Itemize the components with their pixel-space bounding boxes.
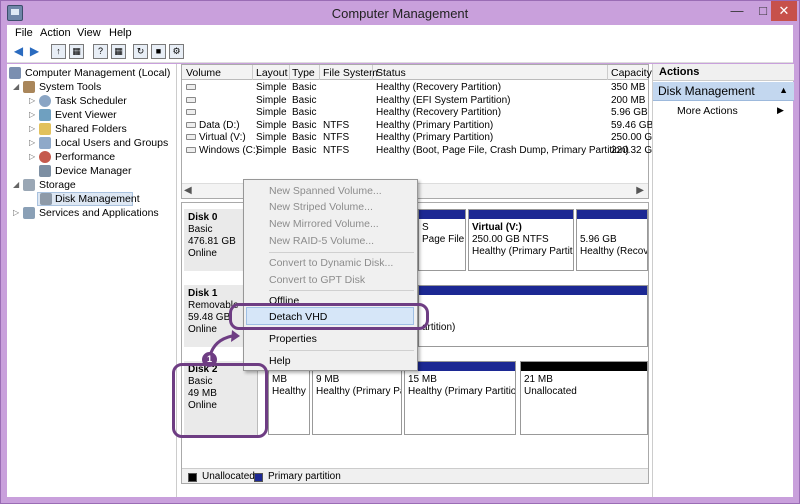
disk-management-icon xyxy=(40,193,52,205)
volume-icon xyxy=(186,134,196,141)
expand-icon[interactable]: ▷ xyxy=(29,138,38,148)
folder-icon xyxy=(39,123,51,135)
volume-list-header: Volume Layout Type File System Status Ca… xyxy=(182,65,652,80)
action-pane-icon[interactable]: ▦ xyxy=(111,44,126,59)
disk-0-partition-recovery[interactable]: 5.96 GB Healthy (Recove xyxy=(576,209,648,271)
menu-convert-gpt[interactable]: Convert to GPT Disk xyxy=(269,274,365,286)
forward-icon[interactable]: ▶ xyxy=(27,44,42,59)
context-menu: New Spanned Volume... New Striped Volume… xyxy=(243,179,418,371)
show-hide-tree-icon[interactable]: ▦ xyxy=(69,44,84,59)
title-bar[interactable]: Computer Management — □ ✕ xyxy=(1,1,799,25)
volume-icon xyxy=(186,147,196,154)
actions-pane: Actions Disk Management ▲ More Actions ▶ xyxy=(652,64,794,497)
column-file-system[interactable]: File System xyxy=(323,67,378,79)
unallocated-swatch xyxy=(188,473,197,482)
disk-1-partition-data[interactable]: artition) xyxy=(418,285,648,347)
menu-new-striped-volume[interactable]: New Striped Volume... xyxy=(269,201,373,213)
column-volume[interactable]: Volume xyxy=(186,67,221,79)
menu-help[interactable]: Help xyxy=(269,355,291,367)
disk-0-partition-virtual[interactable]: Virtual (V:) 250.00 GB NTFS Healthy (Prima… xyxy=(468,209,574,271)
table-row[interactable]: Simple Basic Healthy (Recovery Partition… xyxy=(182,107,648,119)
actions-section-disk-management[interactable]: Disk Management ▲ xyxy=(653,82,794,101)
computer-icon xyxy=(9,67,21,79)
disk-2-unallocated[interactable]: 21 MB Unallocated xyxy=(520,361,648,435)
minimize-button[interactable]: — xyxy=(723,1,751,21)
back-icon[interactable]: ◀ xyxy=(11,44,26,59)
up-folder-icon[interactable]: ↑ xyxy=(51,44,66,59)
table-row[interactable]: Virtual (V:) Simple Basic NTFS Healthy (… xyxy=(182,132,659,144)
services-icon xyxy=(23,207,35,219)
disk-2-partition-3[interactable]: 15 MB Healthy (Primary Partition xyxy=(404,361,516,435)
table-row[interactable]: Windows (C:) Simple Basic NTFS Healthy (… xyxy=(182,145,659,157)
help-icon[interactable]: ? xyxy=(93,44,108,59)
table-row[interactable]: Simple Basic Healthy (Recovery Partition… xyxy=(182,82,648,94)
primary-partition-swatch xyxy=(254,473,263,482)
volume-icon xyxy=(186,84,196,91)
menu-new-mirrored-volume[interactable]: New Mirrored Volume... xyxy=(269,218,379,230)
partition-legend: Unallocated Primary partition xyxy=(182,468,648,483)
menu-convert-dynamic[interactable]: Convert to Dynamic Disk... xyxy=(269,257,393,269)
menu-file[interactable]: File xyxy=(15,27,33,39)
table-row[interactable]: Simple Basic Healthy (EFI System Partiti… xyxy=(182,95,648,107)
window-title: Computer Management xyxy=(331,6,469,21)
tools-icon xyxy=(23,81,35,93)
expand-icon[interactable]: ▷ xyxy=(29,124,38,134)
menu-properties[interactable]: Properties xyxy=(269,333,317,345)
scroll-right-icon[interactable]: ▶ xyxy=(636,185,644,196)
volume-icon xyxy=(186,97,196,104)
disk-2-callout xyxy=(172,363,268,438)
actions-header: Actions xyxy=(653,64,794,81)
expand-icon[interactable]: ▷ xyxy=(29,110,38,120)
menu-action[interactable]: Action xyxy=(40,27,71,39)
close-button[interactable]: ✕ xyxy=(771,1,797,21)
submenu-arrow-icon: ▶ xyxy=(777,105,784,115)
disk-0-partition-windows[interactable]: S Page File xyxy=(418,209,466,271)
tree-item-disk-management[interactable]: Disk Management xyxy=(37,192,140,206)
collapse-icon[interactable]: ◢ xyxy=(13,180,22,190)
event-viewer-icon xyxy=(39,109,51,121)
users-icon xyxy=(39,137,51,149)
collapse-section-icon[interactable]: ▲ xyxy=(779,85,788,95)
expand-icon[interactable]: ▷ xyxy=(29,96,38,106)
refresh-icon[interactable]: ↻ xyxy=(133,44,148,59)
menu-new-raid5-volume[interactable]: New RAID-5 Volume... xyxy=(269,235,374,247)
column-type[interactable]: Type xyxy=(292,67,315,79)
scroll-left-icon[interactable]: ◀ xyxy=(184,185,192,196)
menu-bar: File Action View Help xyxy=(7,25,793,41)
properties-icon[interactable]: ■ xyxy=(151,44,166,59)
expand-icon[interactable]: ▷ xyxy=(29,152,38,162)
column-status[interactable]: Status xyxy=(376,67,406,79)
storage-icon xyxy=(23,179,35,191)
more-actions-link[interactable]: More Actions xyxy=(677,105,738,117)
volume-icon xyxy=(186,122,196,129)
disk-2-partition-2[interactable]: 9 MB Healthy (Primary Pa xyxy=(312,361,402,435)
menu-new-spanned-volume[interactable]: New Spanned Volume... xyxy=(269,185,382,197)
expand-icon[interactable]: ▷ xyxy=(13,208,22,218)
clock-icon xyxy=(39,95,51,107)
navigation-tree: Computer Management (Local) ◢ System Too… xyxy=(7,64,177,497)
toolbar: ◀ ▶ ↑ ▦ ? ▦ ↻ ■ ⚙ xyxy=(7,41,793,63)
table-row[interactable]: Data (D:) Simple Basic NTFS Healthy (Pri… xyxy=(182,120,653,132)
disk-2-partition-1[interactable]: MB Healthy xyxy=(268,361,310,435)
step-badge: 1 xyxy=(202,352,217,367)
settings-icon[interactable]: ⚙ xyxy=(169,44,184,59)
menu-help[interactable]: Help xyxy=(109,27,132,39)
performance-icon xyxy=(39,151,51,163)
collapse-icon[interactable]: ◢ xyxy=(13,82,22,92)
volume-icon xyxy=(186,109,196,116)
column-layout[interactable]: Layout xyxy=(256,67,288,79)
column-capacity[interactable]: Capacity xyxy=(611,67,652,79)
detach-vhd-callout xyxy=(229,303,429,330)
menu-view[interactable]: View xyxy=(77,27,101,39)
device-manager-icon xyxy=(39,165,51,177)
